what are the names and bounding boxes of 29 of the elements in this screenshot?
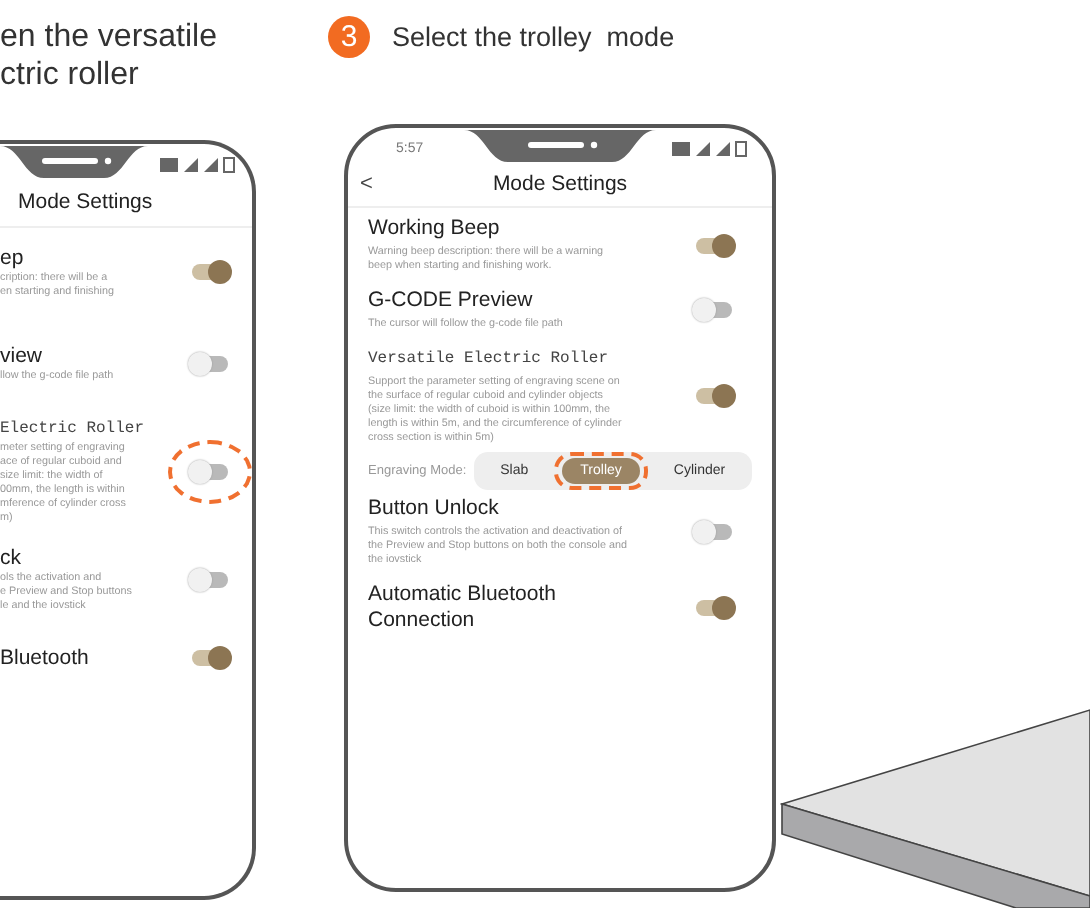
status-icons-drawing (672, 141, 747, 157)
toggle-switch[interactable] (188, 646, 232, 670)
setting-title: Working Beep (368, 216, 502, 242)
back-button[interactable]: < (348, 172, 388, 196)
instruction-text: Select the trolley mode (392, 22, 675, 52)
setting-title: Bluetooth (0, 645, 91, 671)
step-number-badge: 3 (328, 16, 370, 58)
toggle-switch[interactable] (692, 233, 736, 257)
instruction-text: ctric roller (0, 56, 141, 94)
instruction-text: en the versatile (0, 18, 220, 56)
setting-title: ep (0, 245, 26, 271)
toggle-switch[interactable] (692, 298, 736, 322)
toggle-switch[interactable] (188, 568, 232, 592)
setting-title: Versatile Electric Roller (368, 348, 611, 372)
setting-title: Button Unlock (368, 496, 501, 522)
screen-title: Mode Settings (490, 172, 630, 196)
toggle-switch[interactable] (188, 352, 232, 376)
toggle-switch[interactable] (188, 459, 232, 483)
screen-title: Mode Settings (0, 184, 252, 228)
setting-title: G-CODE Preview (368, 288, 535, 314)
setting-title: view (0, 344, 45, 370)
toggle-switch[interactable] (692, 384, 736, 408)
toggle-switch[interactable] (188, 260, 232, 284)
setting-title: ck (0, 546, 23, 572)
setting-title: Electric Roller (0, 418, 147, 442)
toggle-switch[interactable] (692, 596, 736, 620)
status-icons-drawing (160, 157, 235, 173)
toggle-switch[interactable] (692, 520, 736, 544)
setting-title: Automatic Bluetooth Connection (368, 582, 558, 634)
